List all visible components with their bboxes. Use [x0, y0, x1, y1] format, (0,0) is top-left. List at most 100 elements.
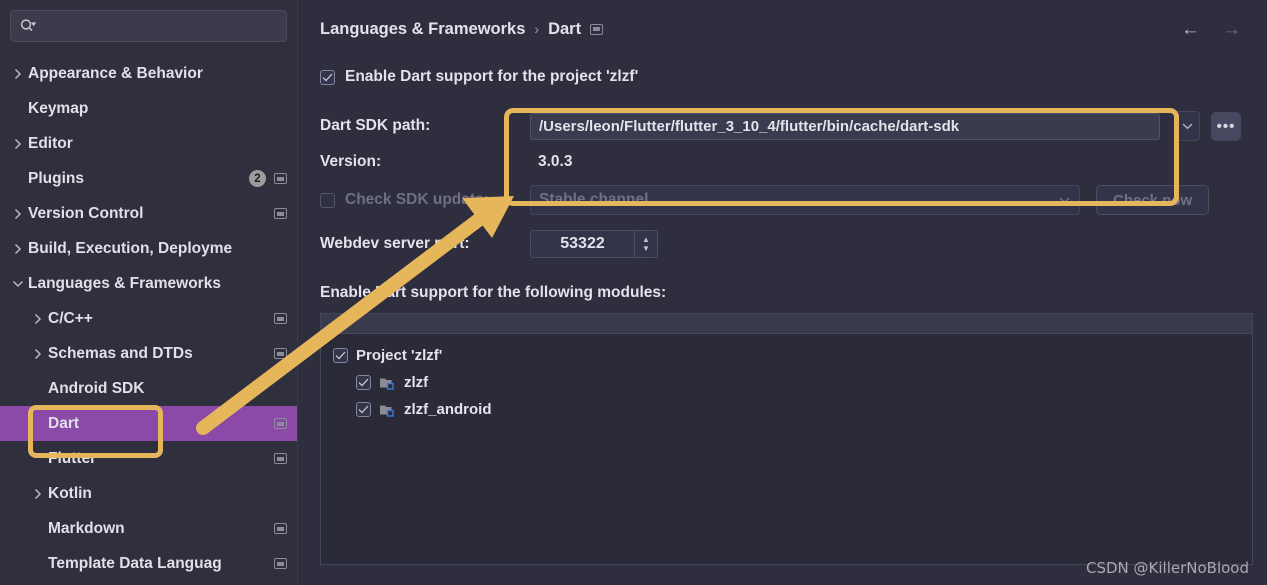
breadcrumb-separator: › — [534, 21, 540, 37]
sidebar-item-adornments — [264, 523, 287, 534]
sidebar-item-markdown[interactable]: Markdown — [0, 511, 297, 546]
chevron-down-icon — [1058, 193, 1071, 207]
settings-dialog: Appearance & Behavior Keymap Editor Plugins… — [0, 0, 1267, 585]
enable-dart-support-label: Enable Dart support for the project 'zlz… — [345, 68, 639, 85]
modules-list: Project 'zlzf' zlzf zlzf_android — [321, 334, 1252, 423]
sidebar-item-adornments — [264, 418, 287, 429]
sidebar-item-label: Keymap — [28, 99, 89, 117]
module-row[interactable]: Project 'zlzf' — [321, 342, 1252, 369]
project-scope-icon — [274, 523, 287, 534]
chevron-right-icon[interactable] — [28, 348, 48, 360]
modules-panel-header — [321, 313, 1252, 334]
sidebar-item-languages-frameworks[interactable]: Languages & Frameworks — [0, 266, 297, 301]
sidebar-item-flutter[interactable]: Flutter — [0, 441, 297, 476]
sdk-channel-value: Stable channel — [539, 191, 649, 208]
webdev-port-stepper-buttons[interactable]: ▲ ▼ — [634, 231, 657, 257]
module-label: zlzf_android — [404, 401, 492, 418]
module-folder-icon — [379, 375, 396, 390]
webdev-port-value[interactable]: 53322 — [531, 231, 634, 257]
sidebar-item-dart[interactable]: Dart — [0, 406, 297, 441]
check-sdk-update-checkbox[interactable] — [320, 192, 335, 208]
project-scope-icon — [274, 453, 287, 464]
sdk-path-input[interactable]: /Users/leon/Flutter/flutter_3_10_4/flutt… — [530, 112, 1160, 140]
sidebar-item-label: Build, Execution, Deployme — [28, 239, 233, 257]
navigation-arrows: ← → — [1181, 20, 1241, 39]
stepper-up-icon[interactable]: ▲ — [642, 235, 650, 244]
sidebar-item-android-sdk[interactable]: Android SDK — [0, 371, 297, 406]
check-sdk-update-row: Check SDK update: Stable channel Check n… — [320, 182, 1253, 218]
breadcrumb-parent[interactable]: Languages & Frameworks — [320, 20, 525, 39]
sdk-channel-select[interactable]: Stable channel — [530, 185, 1080, 215]
chevron-right-icon[interactable] — [8, 243, 28, 255]
stepper-down-icon[interactable]: ▼ — [642, 244, 650, 253]
version-label: Version: — [320, 153, 382, 170]
check-sdk-update-label: Check SDK update: — [345, 191, 489, 208]
search-icon — [19, 18, 37, 34]
sidebar-item-label: Languages & Frameworks — [28, 274, 221, 292]
sidebar-item-template-data-languag[interactable]: Template Data Languag — [0, 546, 297, 581]
sidebar-item-label: Dart — [48, 414, 80, 432]
sidebar-item-plugins[interactable]: Plugins 2 — [0, 161, 297, 196]
sidebar-item-adornments — [264, 313, 287, 324]
sidebar-item-label: Template Data Languag — [48, 554, 222, 572]
chevron-right-icon[interactable] — [8, 138, 28, 150]
sdk-path-row: Dart SDK path: /Users/leon/Flutter/flutt… — [320, 108, 1253, 144]
breadcrumb: Languages & Frameworks › Dart — [320, 0, 1253, 58]
sdk-path-browse-button[interactable]: ••• — [1211, 111, 1241, 141]
chevron-right-icon[interactable] — [28, 488, 48, 500]
check-sdk-update-label-group[interactable]: Check SDK update: — [320, 191, 530, 209]
sidebar-item-c-c[interactable]: C/C++ — [0, 301, 297, 336]
sidebar-item-adornments — [264, 453, 287, 464]
enable-dart-support-checkbox[interactable] — [320, 69, 335, 85]
sidebar-item-adornments — [264, 348, 287, 359]
module-checkbox[interactable] — [333, 348, 348, 363]
sidebar-search-wrapper — [0, 0, 297, 42]
sidebar-item-label: Version Control — [28, 204, 144, 222]
module-label: zlzf — [404, 374, 429, 391]
project-scope-icon — [274, 208, 287, 219]
module-row[interactable]: zlzf — [321, 369, 1252, 396]
sidebar-item-adornments — [264, 208, 287, 219]
project-scope-icon — [274, 418, 287, 429]
chevron-right-icon[interactable] — [8, 68, 28, 80]
chevron-right-icon[interactable] — [8, 208, 28, 220]
sidebar-item-label: Markdown — [48, 519, 125, 537]
module-row[interactable]: zlzf_android — [321, 396, 1252, 423]
sidebar-item-appearance-behavior[interactable]: Appearance & Behavior — [0, 56, 297, 91]
chevron-right-icon[interactable] — [28, 313, 48, 325]
sidebar-item-version-control[interactable]: Version Control — [0, 196, 297, 231]
version-value: 3.0.3 — [538, 153, 573, 170]
chevron-down-icon[interactable] — [8, 280, 28, 288]
back-arrow-icon[interactable]: ← — [1181, 20, 1200, 39]
project-scope-icon — [274, 313, 287, 324]
watermark: CSDN @KillerNoBlood — [1085, 559, 1249, 577]
module-checkbox[interactable] — [356, 402, 371, 417]
sidebar-item-build-execution-deployme[interactable]: Build, Execution, Deployme — [0, 231, 297, 266]
sidebar-item-label: Appearance & Behavior — [28, 64, 203, 82]
sidebar-item-label: Kotlin — [48, 484, 92, 502]
sdk-path-label: Dart SDK path: — [320, 117, 431, 134]
modules-panel: Project 'zlzf' zlzf zlzf_android — [320, 313, 1253, 565]
sidebar-item-schemas-and-dtds[interactable]: Schemas and DTDs — [0, 336, 297, 371]
module-checkbox[interactable] — [356, 375, 371, 390]
sidebar-item-kotlin[interactable]: Kotlin — [0, 476, 297, 511]
sidebar-item-editor[interactable]: Editor — [0, 126, 297, 161]
sidebar-item-adornments — [264, 558, 287, 569]
sidebar-item-keymap[interactable]: Keymap — [0, 91, 297, 126]
dart-settings-form: Dart SDK path: /Users/leon/Flutter/flutt… — [320, 108, 1253, 565]
modules-section-title: Enable Dart support for the following mo… — [320, 284, 667, 301]
sdk-path-dropdown-button[interactable] — [1174, 111, 1200, 141]
search-input[interactable] — [10, 10, 287, 42]
webdev-port-stepper[interactable]: 53322 ▲ ▼ — [530, 230, 658, 258]
check-now-button[interactable]: Check now — [1096, 185, 1210, 215]
project-scope-icon — [274, 558, 287, 569]
enable-dart-support-checkbox-row[interactable]: Enable Dart support for the project 'zlz… — [320, 68, 1253, 86]
version-row: Version: 3.0.3 — [320, 144, 1253, 180]
forward-arrow-icon[interactable]: → — [1222, 20, 1241, 39]
settings-main-panel: Languages & Frameworks › Dart ← → Enable… — [298, 0, 1267, 585]
project-scope-icon — [274, 173, 287, 184]
settings-sidebar: Appearance & Behavior Keymap Editor Plugins… — [0, 0, 298, 585]
sidebar-item-label: Android SDK — [48, 379, 145, 397]
sidebar-item-label: Plugins — [28, 169, 84, 187]
project-scope-icon — [274, 348, 287, 359]
